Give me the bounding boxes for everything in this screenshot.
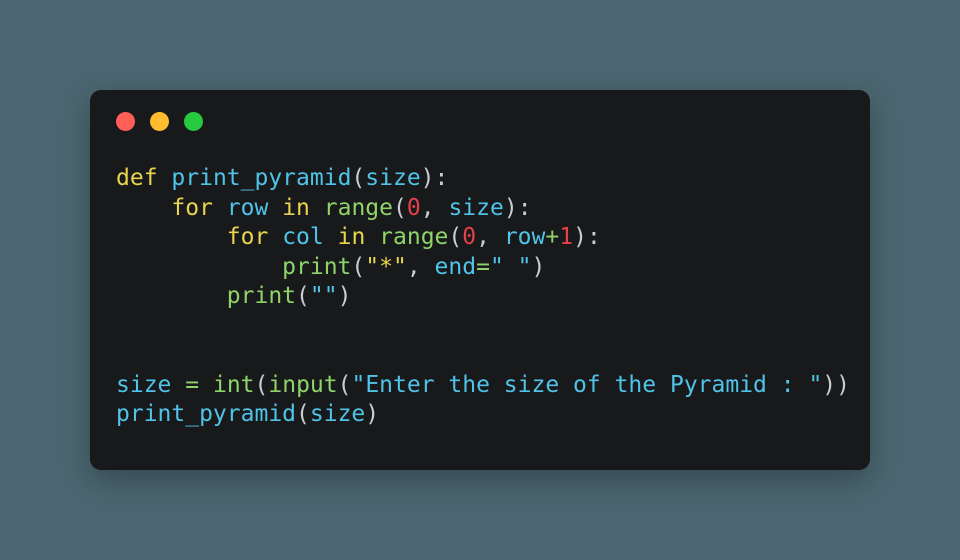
token-number-zero: 0: [462, 224, 477, 250]
code-line: def print_pyramid(size):: [116, 164, 870, 194]
token-paren-open: (: [448, 224, 463, 250]
token-var-size: size: [116, 371, 172, 398]
token-number-one: 1: [559, 224, 574, 250]
token-param-size: size: [365, 165, 421, 191]
source-code-block: def print_pyramid(size): for row in rang…: [116, 164, 870, 430]
window-titlebar: [90, 90, 870, 152]
token-var-row: row: [226, 194, 269, 221]
code-line: print_pyramid(size): [116, 400, 870, 430]
token-paren-open: (: [296, 283, 310, 309]
token-keyword-in: in: [337, 224, 366, 250]
token-keyword-def: def: [116, 165, 158, 191]
token-keyword-for: for: [226, 224, 269, 250]
token-string-empty: "": [309, 283, 338, 309]
token-paren-close: ): [531, 253, 546, 280]
token-operator-equals: =: [476, 253, 490, 280]
token-colon: :: [517, 194, 532, 221]
code-line: print(""): [116, 282, 870, 312]
token-arg-row: row: [503, 224, 546, 250]
code-line: print("*", end=" "): [116, 253, 870, 283]
token-paren-close: ): [836, 371, 851, 398]
token-builtin-int: int: [212, 371, 255, 398]
token-paren-close: ): [573, 224, 587, 250]
token-comma: ,: [406, 253, 435, 280]
token-builtin-input: input: [268, 371, 338, 398]
token-paren-close: ): [822, 371, 837, 398]
token-string-star: "*": [365, 253, 407, 280]
token-function-name: print_pyramid: [171, 165, 352, 191]
code-line: for row in range(0, size):: [116, 194, 870, 224]
token-function-call: print_pyramid: [116, 401, 297, 427]
code-line: size = int(input("Enter the size of the …: [116, 371, 870, 401]
token-var-col: col: [282, 224, 324, 250]
close-window-icon[interactable]: [116, 111, 135, 131]
screenshot-stage: def print_pyramid(size): for row in rang…: [0, 0, 960, 560]
token-paren-open: (: [351, 165, 366, 191]
token-paren-close: ): [337, 283, 352, 309]
token-keyword-in: in: [282, 194, 310, 221]
token-comma: ,: [420, 194, 449, 221]
token-paren-open: (: [337, 371, 352, 398]
token-paren-open: (: [351, 253, 366, 280]
token-colon: :: [586, 224, 601, 250]
token-keyword-for: for: [171, 194, 213, 221]
token-paren-close: ): [503, 194, 518, 221]
token-builtin-print: print: [282, 253, 352, 280]
token-kwarg-end: end: [434, 253, 477, 280]
token-number-zero: 0: [406, 194, 421, 221]
token-paren-open: (: [393, 194, 407, 221]
code-editor-area[interactable]: def print_pyramid(size): for row in rang…: [90, 152, 870, 470]
token-operator-plus: +: [545, 224, 560, 250]
token-arg-size: size: [448, 194, 504, 221]
token-colon: :: [434, 165, 449, 191]
token-string-space: " ": [489, 253, 532, 280]
token-paren-close: ): [365, 401, 380, 427]
token-paren-close: ): [420, 165, 435, 191]
token-comma: ,: [476, 224, 504, 250]
minimize-window-icon[interactable]: [150, 111, 169, 131]
token-arg-size: size: [309, 401, 366, 427]
code-line: for col in range(0, row+1):: [116, 223, 870, 253]
token-string-prompt: "Enter the size of the Pyramid : ": [351, 371, 823, 398]
maximize-window-icon[interactable]: [184, 111, 203, 131]
code-window-card: def print_pyramid(size): for row in rang…: [90, 90, 870, 470]
token-builtin-range: range: [323, 194, 394, 221]
token-builtin-range: range: [379, 224, 449, 250]
token-paren-open: (: [296, 401, 310, 427]
token-paren-open: (: [254, 371, 269, 398]
token-operator-equals: =: [185, 371, 200, 398]
token-builtin-print: print: [226, 283, 297, 309]
